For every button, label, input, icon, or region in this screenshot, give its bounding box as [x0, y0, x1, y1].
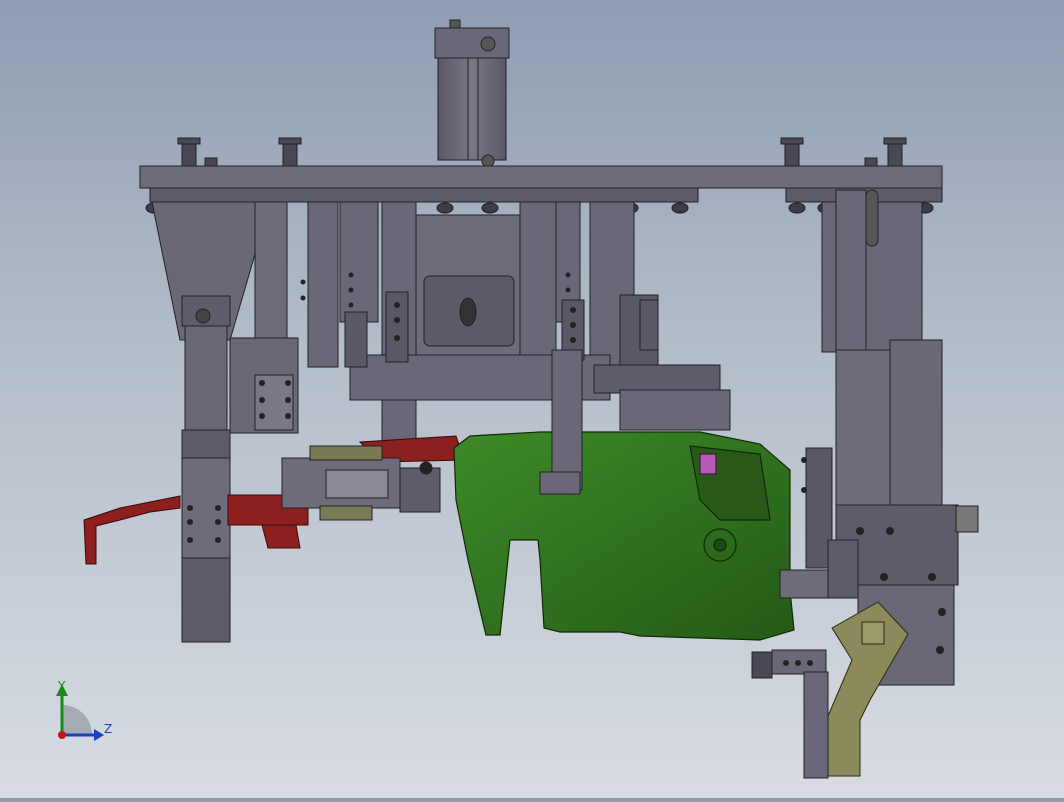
coordinate-triad: Y Z — [56, 679, 112, 741]
pink-sensor-marker — [699, 453, 717, 475]
z-axis-label: Z — [104, 722, 112, 736]
top-mounting-plate[interactable] — [139, 165, 943, 203]
x-axis-dot — [58, 731, 66, 739]
bottom-l-bracket[interactable] — [751, 649, 829, 779]
graphics-viewport[interactable]: Y Z — [0, 0, 1064, 798]
olive-locator-bracket[interactable] — [827, 601, 909, 777]
top-plate-bolts — [177, 137, 907, 167]
cad-model-view[interactable]: Y Z — [0, 0, 1064, 798]
y-axis-label: Y — [57, 679, 66, 693]
green-workpiece-housing[interactable] — [453, 431, 795, 641]
top-pneumatic-cylinder[interactable] — [434, 19, 510, 168]
left-vertical-clamp-unit[interactable] — [181, 295, 299, 643]
